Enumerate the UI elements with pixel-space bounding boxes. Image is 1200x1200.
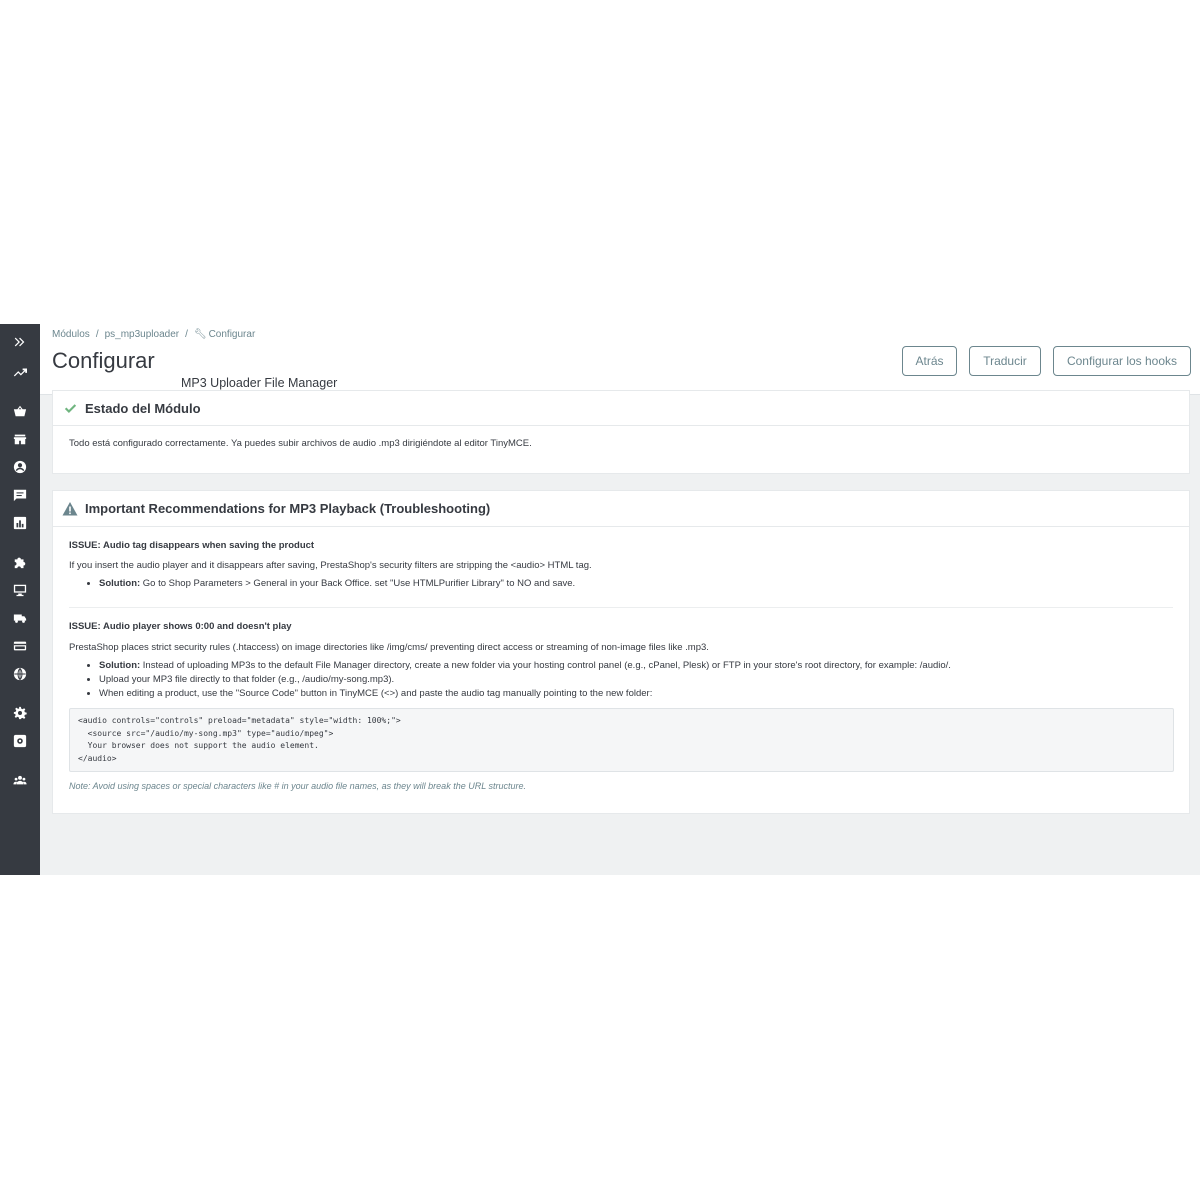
page-title: Configurar (52, 348, 155, 373)
page-header: Módulos / ps_mp3uploader / 🔧︎ Configurar… (40, 324, 1200, 395)
solution-text: Go to Shop Parameters > General in your … (140, 578, 576, 589)
truck-icon[interactable] (0, 608, 40, 628)
warning-icon (62, 501, 78, 517)
code-line: <source src="/audio/my-song.mp3" type="a… (78, 728, 334, 738)
issue-1-title: ISSUE: Audio tag disappears when saving … (69, 540, 315, 551)
admin-frame: Módulos / ps_mp3uploader / 🔧︎ Configurar… (0, 324, 1200, 875)
settings-icon[interactable] (0, 703, 40, 723)
check-icon (62, 400, 78, 416)
back-button[interactable]: Atrás (902, 346, 957, 376)
credit-card-icon[interactable] (0, 636, 40, 656)
status-panel-body: Todo está configurado correctamente. Ya … (53, 426, 1189, 474)
solution-label: Solution: (99, 660, 141, 671)
code-line: Your browser does not support the audio … (78, 741, 319, 750)
page-subtitle: MP3 Uploader File Manager (181, 376, 338, 390)
recommendations-panel-heading: Important Recommendations for MP3 Playba… (53, 491, 1189, 527)
desktop-icon[interactable] (0, 580, 40, 600)
list-item: When editing a product, use the "Source … (99, 687, 951, 701)
account-icon[interactable] (0, 457, 40, 477)
status-panel: Estado del Módulo Todo está configurado … (52, 390, 1190, 474)
wrench-icon: 🔧︎ (193, 329, 207, 340)
divider (69, 607, 1173, 608)
breadcrumb-separator: / (185, 329, 188, 340)
basket-icon[interactable] (0, 401, 40, 421)
issue-2-text: PrestaShop places strict security rules … (69, 642, 709, 653)
code-snippet[interactable]: <audio controls="controls" preload="meta… (69, 708, 1174, 772)
issue-2-solutions: Solution: Instead of uploading MP3s to t… (69, 659, 951, 701)
translate-button[interactable]: Traducir (969, 346, 1041, 376)
breadcrumb-module-name[interactable]: ps_mp3uploader (105, 329, 180, 340)
solution-text: Instead of uploading MP3s to the default… (140, 660, 951, 671)
breadcrumb-current: Configurar (208, 329, 256, 340)
status-message: Todo está configurado correctamente. Ya … (69, 438, 532, 449)
recommendations-panel-body: ISSUE: Audio tag disappears when saving … (53, 527, 1189, 814)
sidebar (0, 324, 40, 875)
status-panel-heading: Estado del Módulo (53, 391, 1189, 426)
chat-icon[interactable] (0, 485, 40, 505)
puzzle-icon[interactable] (0, 552, 40, 572)
globe-icon[interactable] (0, 664, 40, 684)
expand-icon[interactable] (0, 332, 40, 352)
team-icon[interactable] (0, 770, 40, 790)
breadcrumb-modules[interactable]: Módulos (52, 329, 90, 340)
list-item: Solution: Instead of uploading MP3s to t… (99, 659, 951, 673)
status-panel-title: Estado del Módulo (85, 400, 201, 416)
note-text: Note: Avoid using spaces or special char… (69, 781, 527, 791)
code-line: <audio controls="controls" preload="meta… (78, 716, 401, 725)
issue-2-title: ISSUE: Audio player shows 0:00 and doesn… (69, 621, 292, 632)
breadcrumb: Módulos / ps_mp3uploader / 🔧︎ Configurar (52, 329, 255, 340)
store-icon[interactable] (0, 429, 40, 449)
list-item: Solution: Go to Shop Parameters > Genera… (99, 577, 575, 591)
configure-hooks-button[interactable]: Configurar los hooks (1053, 346, 1191, 376)
list-item: Upload your MP3 file directly to that fo… (99, 673, 951, 687)
issue-1-solutions: Solution: Go to Shop Parameters > Genera… (69, 577, 575, 591)
settings-app-icon[interactable] (0, 731, 40, 751)
chart-icon[interactable] (0, 513, 40, 533)
recommendations-panel-title: Important Recommendations for MP3 Playba… (85, 501, 491, 516)
solution-label: Solution: (99, 578, 141, 589)
issue-1-text: If you insert the audio player and it di… (69, 560, 592, 571)
breadcrumb-separator: / (95, 329, 99, 340)
recommendations-panel: Important Recommendations for MP3 Playba… (52, 490, 1190, 814)
trending-icon[interactable] (0, 362, 40, 382)
code-line: </audio> (78, 753, 117, 763)
